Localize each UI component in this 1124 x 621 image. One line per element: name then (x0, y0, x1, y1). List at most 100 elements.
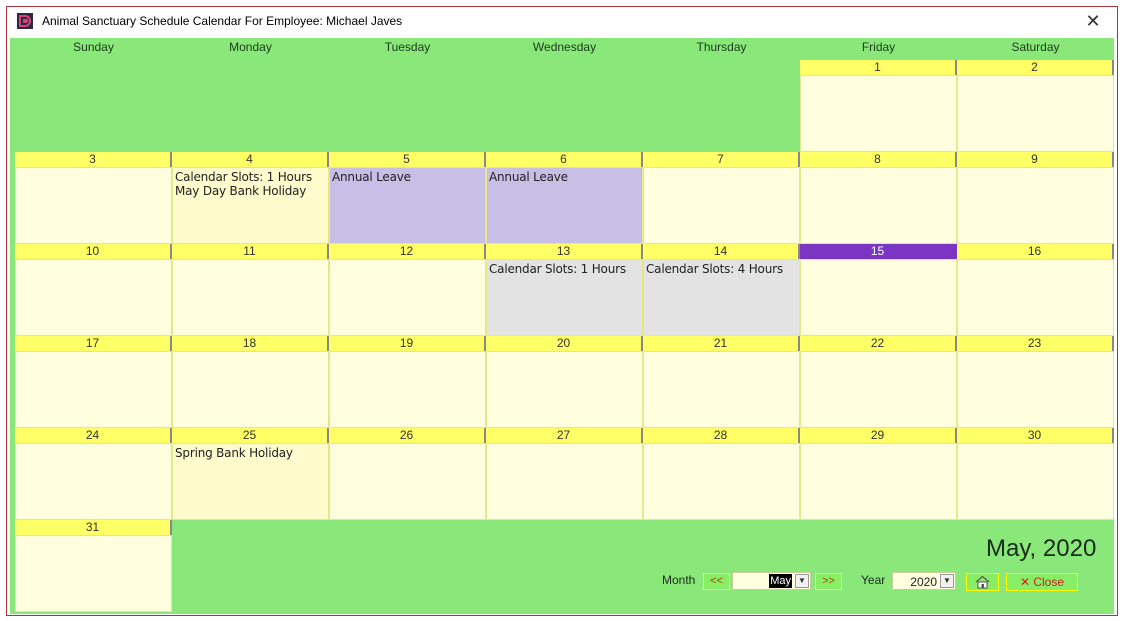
day-cell[interactable]: 2 (957, 60, 1114, 152)
day-events[interactable] (800, 167, 957, 244)
day-number: 10 (15, 244, 172, 259)
day-cell[interactable]: 27 (486, 428, 643, 520)
day-events[interactable] (172, 259, 329, 336)
day-events[interactable] (957, 351, 1114, 428)
day-events[interactable] (486, 443, 643, 520)
day-events[interactable] (800, 443, 957, 520)
month-dropdown[interactable]: May ▼ (732, 572, 811, 590)
day-number: 5 (329, 152, 486, 167)
day-events[interactable]: Annual Leave (486, 167, 643, 244)
day-cell[interactable]: 21 (643, 336, 800, 428)
day-cell[interactable]: 23 (957, 336, 1114, 428)
day-cell[interactable]: 28 (643, 428, 800, 520)
weekday-thursday: Thursday (696, 40, 747, 54)
day-events[interactable] (957, 259, 1114, 336)
day-events[interactable]: Calendar Slots: 1 Hours May Day Bank Hol… (172, 167, 329, 244)
day-number: 16 (957, 244, 1114, 259)
day-number: 19 (329, 336, 486, 351)
next-month-button[interactable]: >> (815, 573, 842, 590)
chevron-down-icon[interactable]: ▼ (940, 574, 954, 588)
day-cell[interactable]: 19 (329, 336, 486, 428)
day-events[interactable] (15, 535, 172, 612)
month-year-title: May, 2020 (986, 535, 1097, 562)
day-cell[interactable]: 12 (329, 244, 486, 336)
day-events[interactable] (643, 167, 800, 244)
day-cell[interactable]: 20 (486, 336, 643, 428)
day-cell[interactable]: 6 Annual Leave (486, 152, 643, 244)
day-number: 30 (957, 428, 1114, 443)
day-cell[interactable]: 16 (957, 244, 1114, 336)
day-number: 23 (957, 336, 1114, 351)
day-events[interactable]: Annual Leave (329, 167, 486, 244)
day-number: 8 (800, 152, 957, 167)
day-events[interactable] (643, 443, 800, 520)
year-dropdown-value: 2020 (910, 575, 937, 589)
day-number: 6 (486, 152, 643, 167)
day-cell[interactable]: 25 Spring Bank Holiday (172, 428, 329, 520)
weekday-friday: Friday (861, 40, 896, 54)
day-events[interactable] (329, 443, 486, 520)
day-cell[interactable]: 17 (15, 336, 172, 428)
app-logo-icon (17, 13, 33, 29)
day-cell[interactable]: 3 (15, 152, 172, 244)
day-cell[interactable]: 5 Annual Leave (329, 152, 486, 244)
day-number: 27 (486, 428, 643, 443)
day-events[interactable] (800, 75, 957, 152)
close-button[interactable]: ✕ Close (1006, 573, 1078, 591)
calendar-window: Animal Sanctuary Schedule Calendar For E… (6, 6, 1118, 616)
day-events[interactable] (643, 351, 800, 428)
home-button[interactable] (966, 573, 999, 591)
day-cell[interactable]: 8 (800, 152, 957, 244)
window-close-icon[interactable]: ✕ (1083, 10, 1103, 32)
year-dropdown[interactable]: 2020 ▼ (892, 572, 956, 590)
day-events[interactable] (15, 351, 172, 428)
weekday-wednesday: Wednesday (532, 40, 597, 54)
day-number: 29 (800, 428, 957, 443)
day-cell[interactable]: 10 (15, 244, 172, 336)
day-number: 7 (643, 152, 800, 167)
day-events[interactable] (957, 75, 1114, 152)
month-dropdown-value: May (769, 574, 792, 588)
day-events[interactable] (172, 351, 329, 428)
day-number: 13 (486, 244, 643, 259)
day-events[interactable] (800, 351, 957, 428)
day-number: 15 (800, 244, 957, 259)
day-events[interactable] (15, 259, 172, 336)
day-cell[interactable]: 11 (172, 244, 329, 336)
day-events[interactable] (486, 351, 643, 428)
day-events[interactable] (15, 443, 172, 520)
day-events[interactable] (15, 167, 172, 244)
day-events[interactable] (800, 259, 957, 336)
day-events[interactable] (329, 259, 486, 336)
day-cell[interactable]: 24 (15, 428, 172, 520)
home-icon (975, 575, 990, 589)
day-cell[interactable]: 15 (800, 244, 957, 336)
chevron-down-icon[interactable]: ▼ (795, 574, 809, 588)
day-cell[interactable]: 13 Calendar Slots: 1 Hours (486, 244, 643, 336)
prev-month-button[interactable]: << (703, 573, 730, 590)
day-number: 14 (643, 244, 800, 259)
day-events[interactable]: Calendar Slots: 4 Hours (643, 259, 800, 336)
day-events[interactable] (957, 443, 1114, 520)
day-cell[interactable]: 4 Calendar Slots: 1 Hours May Day Bank Ho… (172, 152, 329, 244)
day-events[interactable]: Calendar Slots: 1 Hours (486, 259, 643, 336)
day-cell[interactable]: 26 (329, 428, 486, 520)
weekday-saturday: Saturday (1011, 40, 1060, 54)
day-cell[interactable]: 29 (800, 428, 957, 520)
day-number: 26 (329, 428, 486, 443)
day-cell[interactable]: 30 (957, 428, 1114, 520)
day-events[interactable] (329, 351, 486, 428)
day-cell[interactable]: 31 (15, 520, 172, 612)
day-cell[interactable]: 18 (172, 336, 329, 428)
day-number: 17 (15, 336, 172, 351)
day-number: 2 (957, 60, 1114, 75)
day-events[interactable] (957, 167, 1114, 244)
day-cell[interactable]: 7 (643, 152, 800, 244)
day-number: 28 (643, 428, 800, 443)
day-cell[interactable]: 1 (800, 60, 957, 152)
day-events[interactable]: Spring Bank Holiday (172, 443, 329, 520)
day-cell[interactable]: 9 (957, 152, 1114, 244)
day-cell[interactable]: 14 Calendar Slots: 4 Hours (643, 244, 800, 336)
day-cell[interactable]: 22 (800, 336, 957, 428)
day-number: 18 (172, 336, 329, 351)
